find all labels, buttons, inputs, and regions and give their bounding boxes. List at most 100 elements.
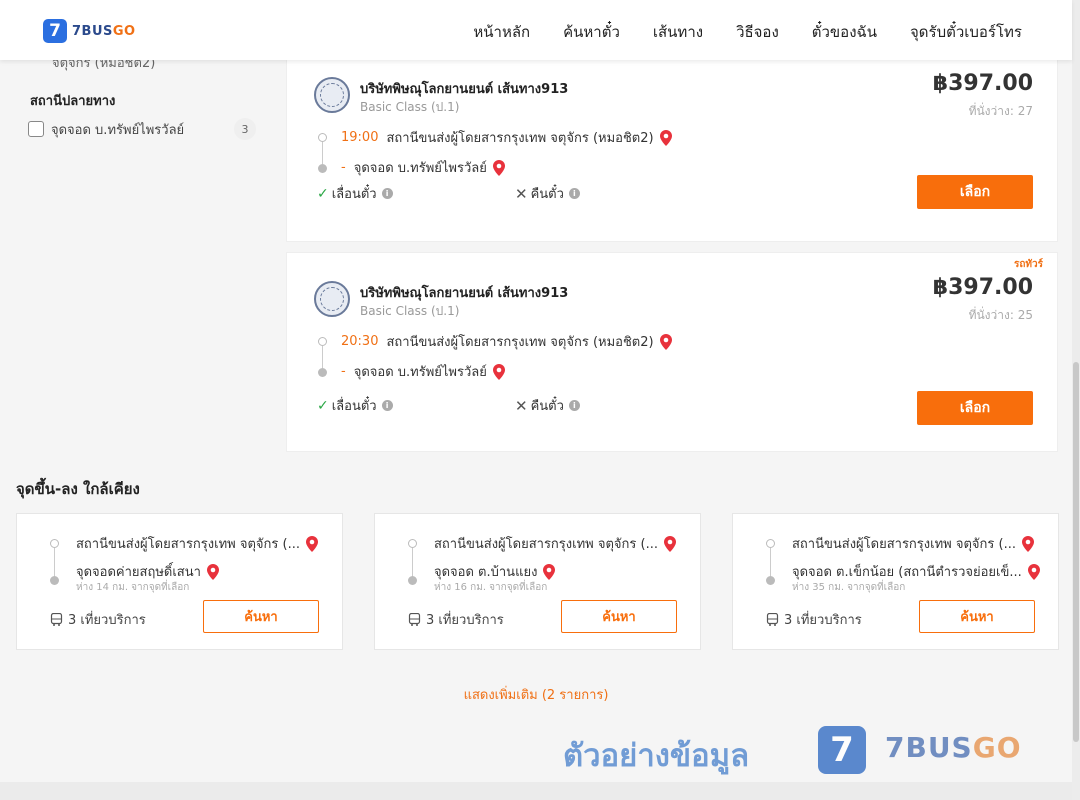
route-timeline xyxy=(766,539,775,585)
cross-icon: ✕ xyxy=(515,396,528,415)
nav-how-to-book[interactable]: วิธีจอง xyxy=(736,20,779,44)
route-timeline xyxy=(318,337,327,377)
bus-icon xyxy=(50,613,63,626)
top-header: 7 7BUSGO หน้าหลัก ค้นหาตั๋ว เส้นทาง วิธี… xyxy=(0,0,1072,60)
arrival-dash: - xyxy=(341,160,346,175)
filter-label: จุดจอด บ.ทรัพย์ไพรวัลย์ xyxy=(51,122,185,138)
departure-time: 19:00 xyxy=(341,130,379,145)
departure-row: 19:00 สถานีขนส่งผู้โดยสารกรุงเทพ จตุจักร… xyxy=(341,127,672,148)
nearby-to: จุดจอดค่ายสฤษดิ์เสนา xyxy=(76,565,201,580)
nearby-to-row: จุดจอด ต.เข็กน้อย (สถานีตำรวจย่อยเข็... xyxy=(792,561,1044,582)
nearby-to: จุดจอด ต.เข็กน้อย (สถานีตำรวจย่อยเข็... xyxy=(792,565,1022,580)
sample-data-watermark: ตัวอย่างข้อมูล xyxy=(563,738,750,774)
seats-available: ที่นั่งว่าง: 27 xyxy=(968,104,1033,118)
nearby-from-row: สถานีขนส่งผู้โดยสารกรุงเทพ จตุจักร (... xyxy=(792,533,1044,554)
change-ticket-label: เลื่อนตั๋ว xyxy=(331,187,377,202)
select-trip-button[interactable]: เลือก xyxy=(917,175,1033,209)
nearby-to: จุดจอด ต.บ้านแยง xyxy=(434,565,538,580)
filter-count-badge: 3 xyxy=(234,118,256,140)
nav-my-tickets[interactable]: ตั๋วของฉัน xyxy=(812,20,877,44)
departure-station: สถานีขนส่งผู้โดยสารกรุงเทพ จตุจักร (หมอช… xyxy=(386,131,654,146)
trip-count-label: 3 เที่ยวบริการ xyxy=(784,613,862,628)
info-icon[interactable]: i xyxy=(568,400,580,411)
arrival-station: จุดจอด บ.ทรัพย์ไพรวัลย์ xyxy=(353,161,487,176)
watermark-brand-go: GO xyxy=(972,731,1022,764)
operator-logo-icon xyxy=(314,281,350,317)
page-scrollbar[interactable] xyxy=(1072,0,1080,800)
trip-count-label: 3 เที่ยวบริการ xyxy=(68,613,146,628)
trip-count-label: 3 เที่ยวบริการ xyxy=(426,613,504,628)
info-icon[interactable]: i xyxy=(381,400,393,411)
change-ticket-label: เลื่อนตั๋ว xyxy=(331,399,377,414)
map-pin-icon[interactable] xyxy=(492,363,505,380)
nav-search-ticket[interactable]: ค้นหาตั๋ว xyxy=(563,20,620,44)
logo-text-go: GO xyxy=(112,23,136,39)
nearby-from: สถานีขนส่งผู้โดยสารกรุงเทพ จตุจักร (... xyxy=(792,537,1016,552)
route-timeline xyxy=(50,539,59,585)
refund-option: ✕ คืนตั๋ว i xyxy=(515,183,580,204)
nearby-distance: ห่าง 14 กม. จากจุดที่เลือก xyxy=(76,582,190,593)
nearby-to-row: จุดจอด ต.บ้านแยง xyxy=(434,561,686,582)
route-timeline xyxy=(318,133,327,173)
seats-available: ที่นั่งว่าง: 25 xyxy=(968,308,1033,322)
map-pin-icon[interactable] xyxy=(1021,535,1034,552)
refund-label: คืนตั๋ว xyxy=(530,399,564,414)
info-icon[interactable]: i xyxy=(568,188,580,199)
logo-text-bus: 7BUS xyxy=(72,23,113,39)
show-more-link[interactable]: แสดงเพิ่มเติม (2 รายการ) xyxy=(0,684,1072,705)
cross-icon: ✕ xyxy=(515,184,528,203)
operator-logo-icon xyxy=(314,77,350,113)
nearby-trip-count: 3 เที่ยวบริการ xyxy=(408,609,504,630)
map-pin-icon[interactable] xyxy=(305,535,318,552)
departure-time: 20:30 xyxy=(341,334,379,349)
nearby-from: สถานีขนส่งผู้โดยสารกรุงเทพ จตุจักร (... xyxy=(76,537,300,552)
refund-option: ✕ คืนตั๋ว i xyxy=(515,395,580,416)
nearby-stops-title: จุดขึ้น-ลง ใกล้เคียง xyxy=(16,480,140,498)
logo-mark: 7 xyxy=(43,19,67,43)
ticket-price: ฿397.00 xyxy=(932,275,1033,300)
check-icon: ✓ xyxy=(317,397,329,414)
nearby-from-row: สถานีขนส่งผู้โดยสารกรุงเทพ จตุจักร (... xyxy=(76,533,328,554)
nearby-search-button[interactable]: ค้นหา xyxy=(919,600,1035,633)
map-pin-icon[interactable] xyxy=(1027,563,1040,580)
arrival-dash: - xyxy=(341,364,346,379)
nearby-search-button[interactable]: ค้นหา xyxy=(561,600,677,633)
map-pin-icon[interactable] xyxy=(663,535,676,552)
operator-name: บริษัทพิษณุโลกยานยนต์ เส้นทาง913 xyxy=(360,286,569,301)
nearby-trip-count: 3 เที่ยวบริการ xyxy=(50,609,146,630)
main-nav: หน้าหลัก ค้นหาตั๋ว เส้นทาง วิธีจอง ตั๋วข… xyxy=(440,20,1022,44)
nearby-distance: ห่าง 35 กม. จากจุดที่เลือก xyxy=(792,582,906,593)
refund-label: คืนตั๋ว xyxy=(530,187,564,202)
ticket-price: ฿397.00 xyxy=(932,71,1033,96)
operator-name: บริษัทพิษณุโลกยานยนต์ เส้นทาง913 xyxy=(360,82,569,97)
nearby-from: สถานีขนส่งผู้โดยสารกรุงเทพ จตุจักร (... xyxy=(434,537,658,552)
scrollbar-thumb[interactable] xyxy=(1073,362,1079,742)
nav-ticket-pickup[interactable]: จุดรับตั๋วเบอร์โทร xyxy=(910,20,1022,44)
change-ticket-option: ✓ เลื่อนตั๋ว i xyxy=(317,395,393,416)
trip-card: รถทัวร์ บริษัทพิษณุโลกยานยนต์ เส้นทาง913… xyxy=(286,252,1058,452)
select-trip-button[interactable]: เลือก xyxy=(917,391,1033,425)
filter-checkbox[interactable] xyxy=(28,121,44,137)
map-pin-icon[interactable] xyxy=(659,129,672,146)
map-pin-icon[interactable] xyxy=(543,563,556,580)
arrival-row: - จุดจอด บ.ทรัพย์ไพรวัลย์ xyxy=(341,361,505,382)
destination-filter-item[interactable]: จุดจอด บ.ทรัพย์ไพรวัลย์ 3 xyxy=(28,118,256,140)
nearby-stop-card: สถานีขนส่งผู้โดยสารกรุงเทพ จตุจักร (... … xyxy=(16,513,343,650)
map-pin-icon[interactable] xyxy=(492,159,505,176)
nearby-to-row: จุดจอดค่ายสฤษดิ์เสนา xyxy=(76,561,328,582)
bus-class: Basic Class (ป.1) xyxy=(360,304,460,318)
info-icon[interactable]: i xyxy=(381,188,393,199)
watermark-brand-bus: 7BUS xyxy=(885,731,973,764)
map-pin-icon[interactable] xyxy=(659,333,672,350)
check-icon: ✓ xyxy=(317,185,329,202)
site-logo[interactable]: 7 7BUSGO xyxy=(43,19,136,43)
bus-type-badge: รถทัวร์ xyxy=(1013,259,1043,270)
nav-home[interactable]: หน้าหลัก xyxy=(473,20,530,44)
nearby-search-button[interactable]: ค้นหา xyxy=(203,600,319,633)
nav-routes[interactable]: เส้นทาง xyxy=(653,20,703,44)
bus-icon xyxy=(766,613,779,626)
departure-row: 20:30 สถานีขนส่งผู้โดยสารกรุงเทพ จตุจักร… xyxy=(341,331,672,352)
bus-class: Basic Class (ป.1) xyxy=(360,100,460,114)
map-pin-icon[interactable] xyxy=(206,563,219,580)
departure-station: สถานีขนส่งผู้โดยสารกรุงเทพ จตุจักร (หมอช… xyxy=(386,335,654,350)
